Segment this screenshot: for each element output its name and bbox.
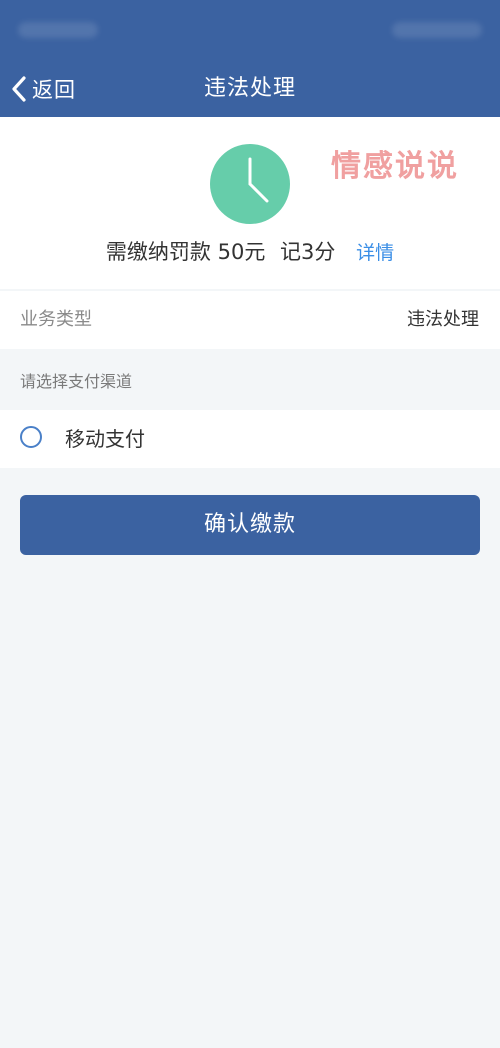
page-title: 违法处理 xyxy=(203,76,296,101)
payment-channel-label: 请选择支付渠道 xyxy=(20,372,133,391)
status-bar-left xyxy=(18,22,98,38)
details-link[interactable]: 详情 xyxy=(356,242,394,264)
points-text: 记3分 xyxy=(280,240,336,264)
business-type-value: 违法处理 xyxy=(407,309,479,330)
confirm-payment-button[interactable]: 确认缴款 xyxy=(20,495,480,555)
radio-unchecked-icon[interactable] xyxy=(20,426,42,448)
fine-info: 需缴纳罚款 50元 记3分 详情 xyxy=(0,236,500,266)
payment-option-mobile[interactable]: 移动支付 xyxy=(0,410,500,468)
watermark-text: 情感说说 xyxy=(331,149,459,184)
fine-amount: 50元 xyxy=(217,240,266,264)
status-bar-right xyxy=(392,22,482,38)
business-type-row: 业务类型 违法处理 xyxy=(0,291,500,349)
fine-label: 需缴纳罚款 xyxy=(105,240,211,264)
payment-option-label: 移动支付 xyxy=(65,427,145,451)
clock-icon xyxy=(210,144,290,224)
fine-summary: 情感说说 需缴纳罚款 50元 记3分 详情 xyxy=(0,117,500,289)
header-bar: 返回 违法处理 xyxy=(0,0,500,117)
business-type-label: 业务类型 xyxy=(20,309,92,330)
